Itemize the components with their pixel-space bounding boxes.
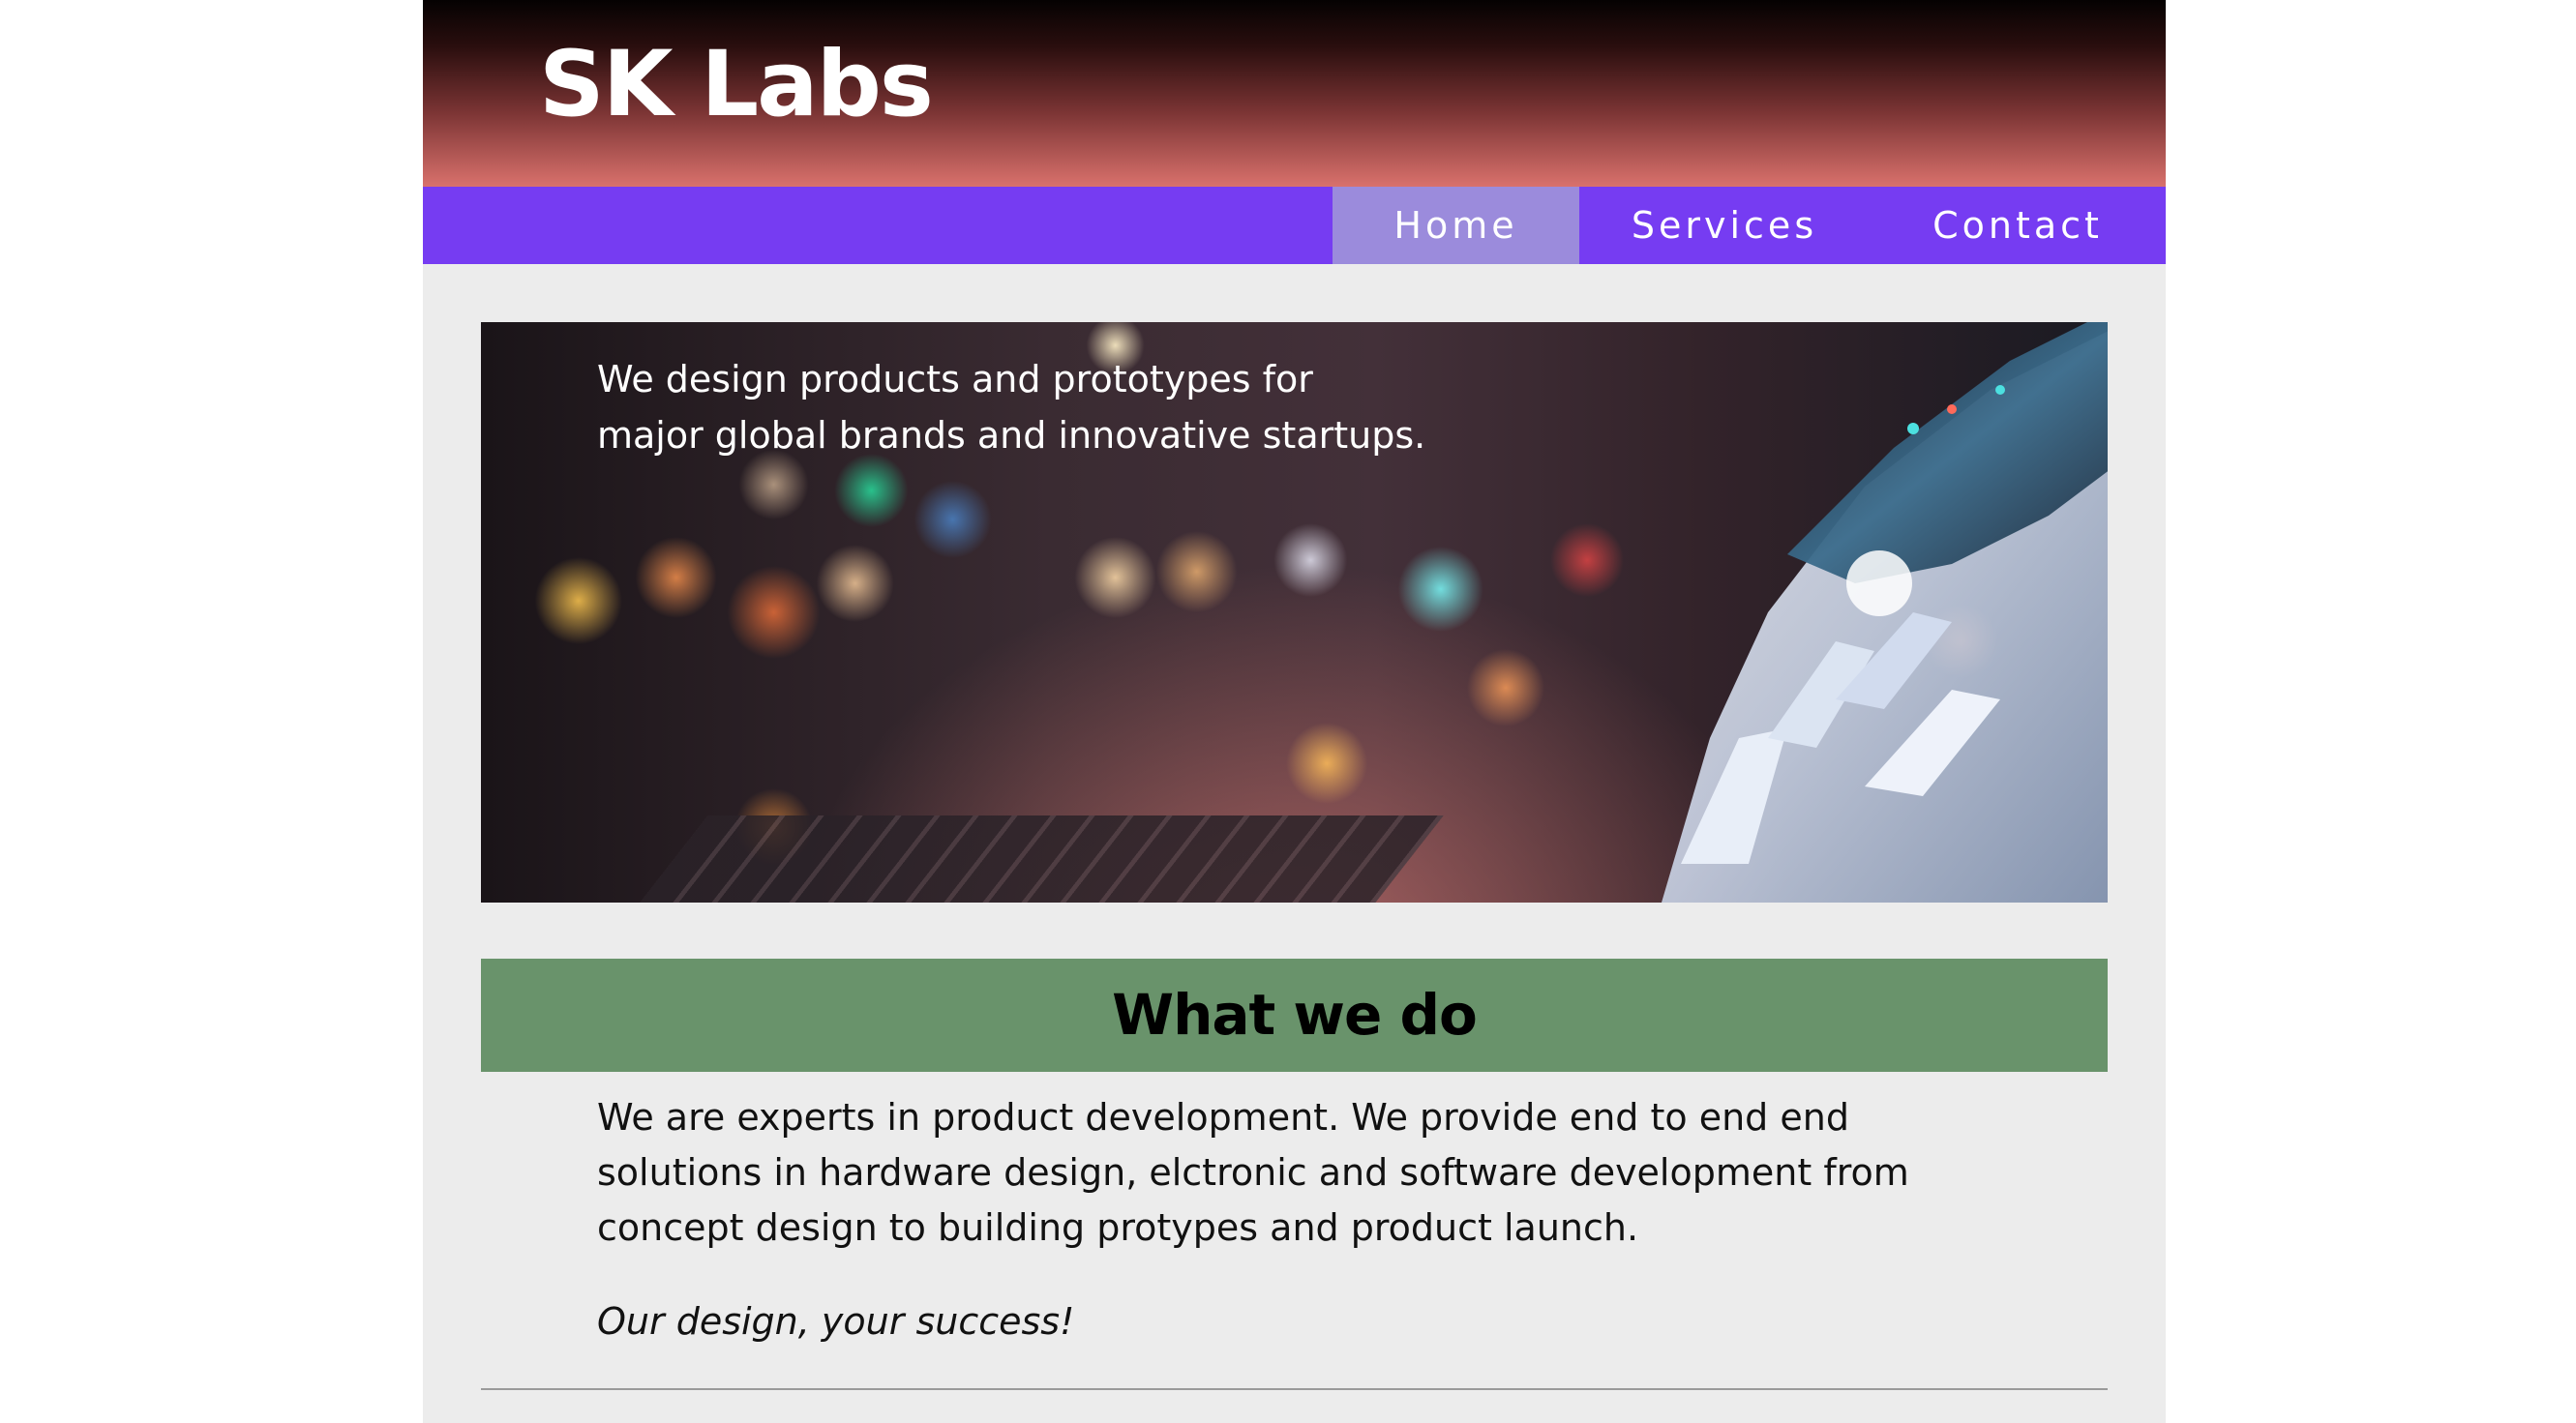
section-header-bar: What we do (481, 959, 2108, 1072)
section-body: We are experts in product development. W… (597, 1090, 1971, 1256)
site-header: SK Labs (423, 0, 2166, 187)
section-title: What we do (1112, 982, 1478, 1048)
nav-item-services[interactable]: Services (1579, 187, 1870, 264)
hero-image: We design products and prototypes for ma… (481, 322, 2108, 903)
nav-item-home[interactable]: Home (1333, 187, 1579, 264)
section-divider (481, 1388, 2108, 1390)
nav-item-contact[interactable]: Contact (1870, 187, 2166, 264)
robot-hand-graphic (1662, 322, 2108, 903)
brand-logo-text[interactable]: SK Labs (539, 27, 934, 143)
hero-tagline: We design products and prototypes for ma… (597, 351, 1468, 463)
section-tagline: Our design, your success! (597, 1300, 1075, 1343)
nav-bar: Home Services Contact (423, 187, 2166, 264)
hero-text-line-2: major global brands and innovative start… (597, 414, 1426, 457)
body-line-2: solutions in hardware design, elctronic … (597, 1151, 1909, 1194)
body-line-1: We are experts in product development. W… (597, 1096, 1849, 1139)
hero-text-line-1: We design products and prototypes for (597, 358, 1313, 400)
laptop-keyboard-graphic (602, 815, 1444, 903)
body-line-3: concept design to building protypes and … (597, 1206, 1639, 1249)
page-container: SK Labs Home Services Contact We design … (423, 0, 2166, 1423)
